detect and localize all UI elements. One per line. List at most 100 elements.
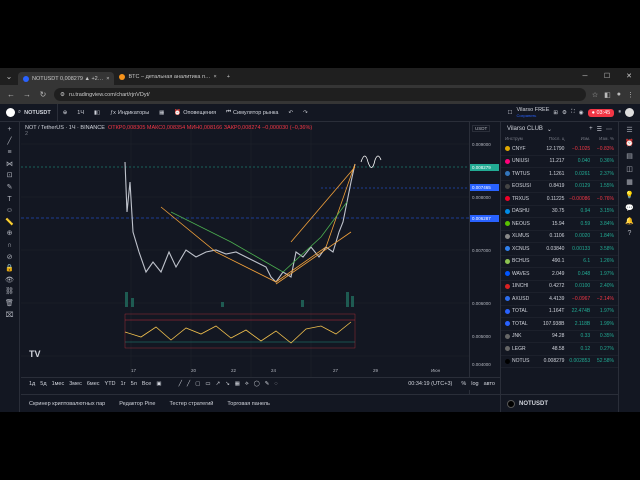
watchlist-row[interactable]: WAVES 2.049 0.048 1.97% (501, 268, 618, 281)
range-button[interactable]: 6мес (87, 381, 100, 387)
tab-search-icon[interactable]: ⌄ (4, 72, 14, 81)
calendar-icon[interactable]: ▦ (626, 178, 633, 186)
currency-label[interactable]: USDT (472, 125, 491, 132)
percent-toggle[interactable]: % (461, 381, 466, 387)
watchlist-row[interactable]: BCHUS 490.1 6.1 1.26% (501, 256, 618, 268)
close-icon[interactable]: × (213, 74, 216, 80)
legend-sub[interactable]: 2 (25, 131, 312, 137)
chart-type-icon[interactable]: ▮▯ (89, 104, 105, 121)
tab-trading-panel[interactable]: Торговая панель (227, 401, 269, 407)
indicators-button[interactable]: ƒx Индикаторы (105, 104, 154, 121)
auto-toggle[interactable]: авто (484, 381, 495, 387)
pattern-icon[interactable]: ⋈ (6, 161, 13, 169)
watchlist-row[interactable]: TRXUS 0.11225 −0.00086 −0.76% (501, 193, 618, 206)
close-window-icon[interactable]: ✕ (618, 68, 640, 85)
text-icon[interactable]: T (7, 196, 11, 204)
zoom-in-icon[interactable]: ⊕ (7, 230, 13, 238)
watchlist-footer[interactable]: NOTUSDT (501, 394, 619, 412)
add-symbol-button[interactable]: ⊕ (58, 104, 73, 121)
tab-pine-editor[interactable]: Редактор Pine (119, 401, 155, 407)
forward-icon[interactable]: → (22, 90, 32, 99)
interval-button[interactable]: 1Ч (72, 104, 89, 121)
watchlist-row[interactable]: XCNUS 0.03840 0.00133 3.58% (501, 243, 618, 256)
icons-icon[interactable]: ☺ (6, 207, 13, 215)
profile-icon[interactable]: ● (617, 91, 621, 98)
brush-icon[interactable]: ✎ (7, 184, 13, 192)
watchlist-icon[interactable]: ☰ (626, 126, 632, 134)
notifications-icon[interactable]: 🔔 (625, 217, 634, 225)
chat-icon[interactable]: 💬 (625, 204, 634, 212)
watchlist-row[interactable]: CNYF 12.1790 −0.1025 −0.83% (501, 143, 618, 156)
camera-icon[interactable]: ◉ (579, 110, 584, 116)
range-button[interactable]: 5л (131, 381, 137, 387)
layout-icon[interactable]: ☐ (508, 110, 513, 116)
clock-label[interactable]: 00:34:19 (UTC+3) (408, 381, 452, 387)
range-button[interactable]: 1г (121, 381, 126, 387)
avatar[interactable] (625, 108, 634, 117)
alarm-icon[interactable]: ⏰ (625, 139, 634, 147)
calendar-icon[interactable]: ▣ (156, 381, 161, 387)
chart-canvas[interactable]: 17 20 22 24 27 29 Июн TV (21, 122, 469, 377)
pause-icon[interactable]: ⏸ (618, 109, 621, 116)
magnet-icon[interactable]: ∩ (7, 242, 12, 250)
tab-screener[interactable]: Скринер криптовалютных пар (29, 401, 105, 407)
back-icon[interactable]: ← (6, 90, 16, 99)
watchlist-row[interactable]: NEOUS 15.94 0.59 3.84% (501, 218, 618, 231)
extension-icon[interactable]: ◧ (604, 91, 611, 99)
column-header[interactable]: Инструм (505, 136, 541, 143)
grid-icon[interactable]: ⊞ (553, 110, 558, 116)
draw-tools-strip[interactable]: ╱╱▢▭↗↘▦⟡◯✎◌ (179, 381, 283, 388)
minimize-icon[interactable]: ─ (574, 68, 596, 85)
bookmark-icon[interactable]: ☆ (592, 91, 598, 99)
tab-strategy-tester[interactable]: Тестер стратегий (169, 401, 213, 407)
watchlist-row[interactable]: TOTAL 107.938B 2.118B 1.99% (501, 318, 618, 331)
watchlist-row[interactable]: EOSUSI 0.8419 0.0129 1.55% (501, 181, 618, 193)
redo-icon[interactable]: ↷ (298, 104, 313, 121)
more-icon[interactable]: ⋯ (606, 126, 612, 133)
trash-icon[interactable]: 🗑 (5, 300, 14, 308)
reload-icon[interactable]: ↻ (38, 90, 48, 99)
undo-icon[interactable]: ↶ (284, 104, 299, 121)
data-window-icon[interactable]: ▤ (626, 152, 633, 160)
browser-tab[interactable]: BTC – детальная аналитика п… × (114, 70, 221, 83)
new-tab-button[interactable]: + (222, 70, 235, 83)
chevron-down-icon[interactable]: ⌄ (547, 126, 552, 133)
site-info-icon[interactable]: ⚙ (60, 92, 65, 98)
range-button[interactable]: Все (142, 381, 151, 387)
range-button[interactable]: 1мес (52, 381, 65, 387)
fullscreen-icon[interactable]: ⛶ (571, 109, 575, 116)
column-header[interactable]: Изм. % (590, 136, 614, 143)
watchlist-row[interactable]: UNIUSI 11.217 0.040 0.36% (501, 156, 618, 168)
watchlist-row[interactable]: XLMUS 0.1106 0.0020 1.84% (501, 231, 618, 243)
watchlist-row[interactable]: LEGR 48.58 0.12 0.27% (501, 343, 618, 356)
user-name-block[interactable]: Vilarso FREE Сохранить (516, 107, 549, 119)
chart-pane[interactable]: 17 20 22 24 27 29 Июн TV NOT / TetherUS … (21, 122, 469, 394)
watchlist-title[interactable]: Vilarso CLUB (507, 126, 543, 132)
log-toggle[interactable]: log (471, 381, 478, 387)
recording-badge[interactable]: ● 03:45 (587, 108, 615, 117)
column-header[interactable]: Посл. ц (541, 136, 565, 143)
ideas-icon[interactable]: 💡 (625, 191, 634, 199)
object-tree-icon[interactable]: ⌧ (5, 312, 13, 320)
menu-icon[interactable]: ⋮ (627, 91, 634, 99)
layouts-icon[interactable]: ▦ (154, 104, 169, 121)
range-button[interactable]: 5д (40, 381, 46, 387)
browser-tab-active[interactable]: NOTUSDT 0,008279 ▲ +2… × (18, 72, 115, 85)
range-button[interactable]: 3мес (69, 381, 82, 387)
crosshair-icon[interactable]: + (7, 126, 11, 134)
projection-icon[interactable]: ⊡ (7, 172, 13, 180)
range-button[interactable]: YTD (105, 381, 116, 387)
range-button[interactable]: 1д (29, 381, 35, 387)
eye-icon[interactable]: 👁 (5, 277, 14, 285)
watchlist-row[interactable]: DASHU 30.75 0.94 3.15% (501, 206, 618, 218)
watchlist-row[interactable]: TOTAL 1.164T 22.474B 1.97% (501, 306, 618, 318)
ruler-icon[interactable]: 📏 (5, 219, 14, 227)
watchlist-row[interactable]: NOTUS 0.008279 0.002853 52.58% (501, 356, 618, 368)
symbol-search[interactable]: ⌕ NOTUSDT (0, 104, 58, 121)
url-field[interactable]: ⚙ ru.tradingview.com/chart/rjnVDyt/ (54, 88, 586, 101)
watchlist-row[interactable]: TWTUS 1.1261 0.0261 2.37% (501, 168, 618, 181)
watchlist-row[interactable]: JNK 94.28 0.33 0.35% (501, 331, 618, 343)
close-icon[interactable]: × (106, 76, 109, 82)
column-header[interactable]: Изм. (564, 136, 591, 143)
trendline-icon[interactable]: ╱ (7, 138, 11, 146)
